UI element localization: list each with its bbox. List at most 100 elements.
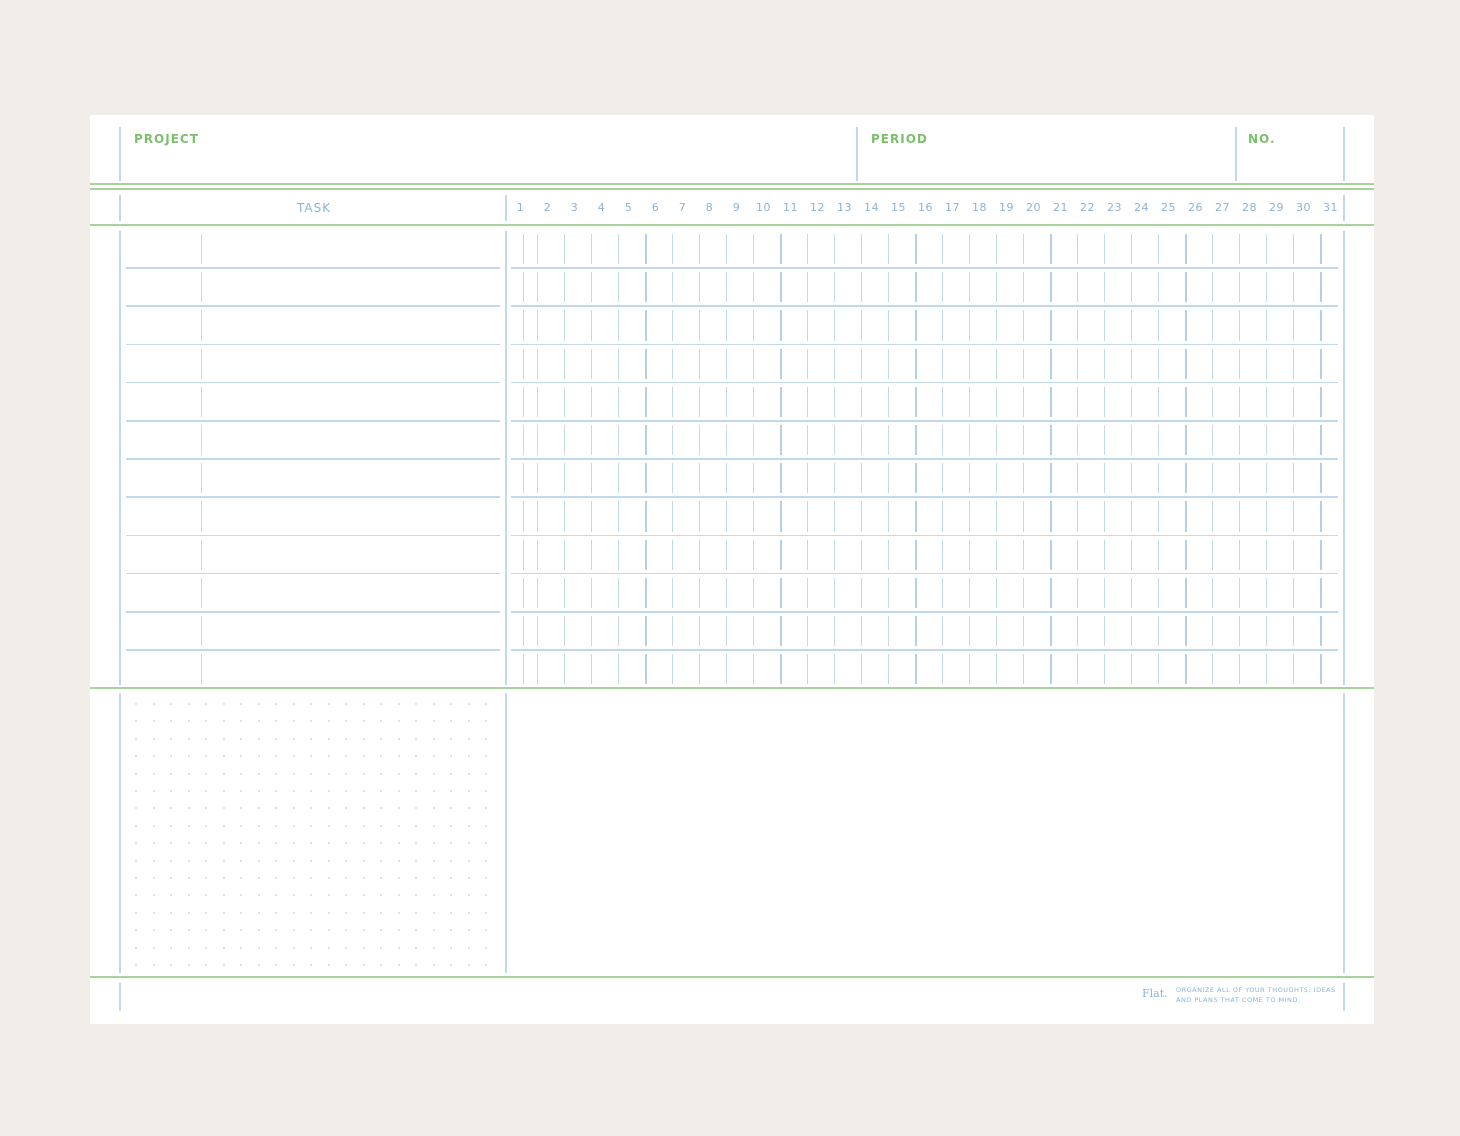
grid-dot (467, 842, 470, 845)
day-number-27: 27 (1215, 201, 1230, 214)
day-cell-divider (915, 501, 917, 532)
day-cell-divider (1023, 539, 1024, 570)
day-cell-divider (1104, 272, 1105, 303)
grid-dot (292, 755, 295, 758)
day-cell-divider (1131, 348, 1132, 379)
day-cell-divider (523, 234, 524, 265)
day-cell-divider (672, 348, 673, 379)
day-cell-divider (645, 234, 647, 265)
day-cell-divider (1077, 272, 1078, 303)
day-cell-divider (1158, 654, 1159, 685)
day-cell-divider (807, 386, 808, 417)
day-cell-divider (591, 616, 592, 647)
grid-dot (397, 877, 400, 879)
grid-dot (187, 824, 190, 827)
day-cell-divider (753, 577, 754, 608)
day-cell-divider (753, 501, 754, 532)
day-cell-divider (1131, 386, 1132, 417)
day-cell-divider (1239, 386, 1240, 417)
day-cell-divider (1212, 577, 1213, 608)
day-cell-divider (726, 425, 727, 456)
day-cell-divider (1266, 616, 1267, 647)
grid-dot (205, 894, 207, 897)
grid-dot (275, 737, 277, 740)
grid-dot (415, 737, 417, 740)
day-cell-divider (672, 463, 673, 494)
day-cell-divider (753, 539, 754, 570)
day-cell-divider (1077, 654, 1078, 685)
day-cell-divider (1212, 425, 1213, 456)
task-row-line (126, 496, 500, 498)
day-cell-divider (996, 654, 997, 685)
day-cell-divider (523, 425, 524, 456)
day-cell-divider (523, 272, 524, 303)
grid-dot (432, 894, 435, 897)
grid-dot (380, 859, 382, 862)
grid-dot (310, 946, 312, 949)
grid-dot (432, 824, 435, 827)
grid-dot (450, 842, 452, 845)
day-cell-divider (1023, 348, 1024, 379)
day-row-line (511, 305, 1338, 307)
grid-dot (152, 824, 155, 827)
day-cell-divider (1077, 501, 1078, 532)
day-cell-divider (591, 348, 592, 379)
day-cell-divider (834, 501, 835, 532)
task-row-line (126, 420, 500, 422)
day-row-line (511, 534, 1338, 537)
day-cell-divider (699, 654, 700, 685)
task-row-line (126, 458, 500, 460)
grid-dot (310, 911, 312, 914)
day-number-30: 30 (1296, 201, 1311, 214)
day-cell-divider (726, 539, 727, 570)
grid-dot (240, 720, 242, 723)
grid-dot (257, 755, 260, 758)
day-cell-divider (834, 348, 835, 379)
day-cell-divider (1131, 310, 1132, 341)
day-cell-divider (1104, 386, 1105, 417)
day-cell-divider (645, 310, 647, 341)
day-cell-divider (537, 501, 538, 532)
day-cell-divider (942, 234, 943, 265)
grid-dot (327, 703, 330, 705)
grid-dot (205, 964, 207, 966)
day-cell-divider (1023, 501, 1024, 532)
grid-dot (415, 824, 417, 827)
day-cell-divider (1185, 348, 1187, 379)
day-row-line (511, 381, 1338, 384)
grid-dot (170, 703, 172, 705)
day-cell-divider (1185, 386, 1187, 417)
day-cell-divider (1077, 348, 1078, 379)
grid-dot (152, 720, 155, 723)
day-cell-divider (1050, 386, 1052, 417)
grid-dot (397, 894, 400, 897)
day-number-28: 28 (1242, 201, 1257, 214)
grid-dot (467, 755, 470, 758)
day-number-3: 3 (570, 201, 579, 214)
day-cell-divider (861, 539, 862, 570)
day-number-5: 5 (624, 201, 633, 214)
grid-dot (135, 877, 137, 879)
day-cell-divider (1050, 501, 1052, 532)
grid-dot (310, 929, 312, 932)
grid-dot (380, 720, 382, 723)
grid-dot (240, 894, 242, 897)
notes-divider (505, 693, 507, 973)
task-row-line (126, 611, 500, 613)
grid-dot (485, 790, 487, 792)
grid-dot (257, 807, 260, 810)
grid-dot (415, 929, 417, 932)
grid-left-border (119, 231, 121, 685)
grid-dot (257, 946, 260, 949)
day-cell-divider (1320, 616, 1322, 647)
day-cell-divider (861, 425, 862, 456)
grid-dot (222, 946, 225, 949)
grid-dot (362, 929, 365, 932)
day-cell-divider (888, 310, 889, 341)
grid-dot (345, 877, 347, 879)
day-cell-divider (523, 463, 524, 494)
grid-dot (170, 859, 172, 862)
day-number-4: 4 (597, 201, 606, 214)
grid-dot (152, 807, 155, 810)
grid-dot (362, 911, 365, 914)
